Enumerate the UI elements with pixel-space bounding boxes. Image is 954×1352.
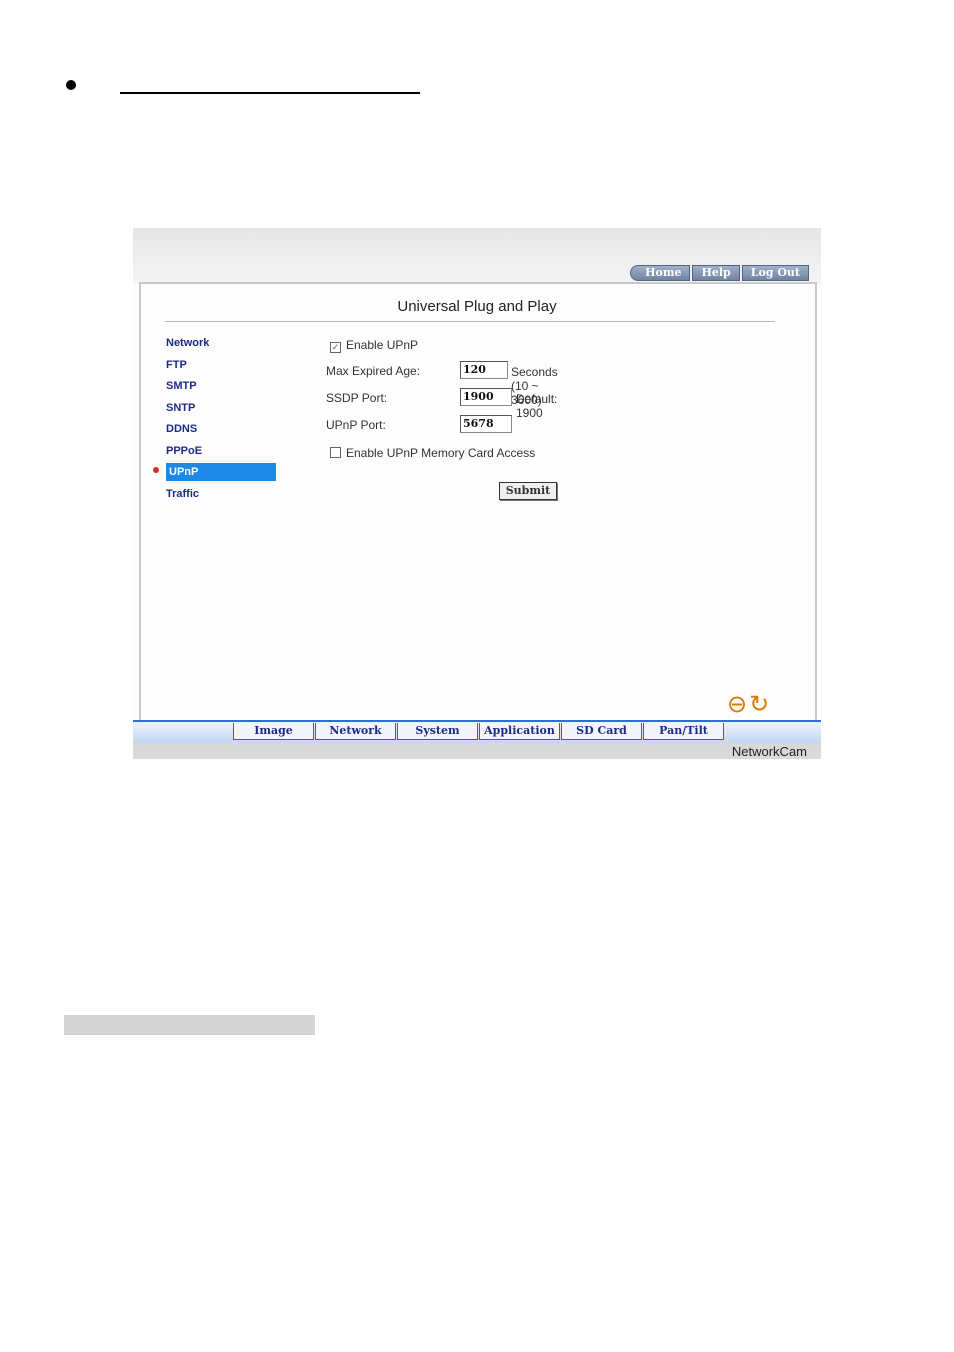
- bottom-tab-system[interactable]: System: [397, 723, 478, 740]
- bottom-tab-image[interactable]: Image: [233, 723, 314, 740]
- home-tab[interactable]: Home: [630, 265, 691, 281]
- memory-card-checkbox[interactable]: [330, 447, 341, 458]
- page-title: Universal Plug and Play: [397, 298, 557, 315]
- logout-tab[interactable]: Log Out: [741, 265, 809, 281]
- enable-upnp-label: Enable UPnP: [346, 338, 419, 352]
- gray-placeholder-bar: [64, 1015, 315, 1035]
- top-nav: Home Help Log Out: [628, 265, 809, 281]
- sidebar-item-pppoe[interactable]: PPPoE: [166, 442, 276, 460]
- sidebar-item-upnp[interactable]: UPnP: [166, 463, 276, 481]
- max-age-input[interactable]: 120: [460, 361, 508, 379]
- memory-card-label: Enable UPnP Memory Card Access: [346, 446, 536, 460]
- bottom-tab-pan-tilt[interactable]: Pan/Tilt: [643, 723, 724, 740]
- enable-upnp-checkbox[interactable]: ✓: [330, 342, 341, 353]
- sidebar-item-traffic[interactable]: Traffic: [166, 485, 276, 503]
- sidebar: Network FTP SMTP SNTP DDNS PPPoE UPnP Tr…: [166, 334, 276, 506]
- ssdp-port-label: SSDP Port:: [326, 391, 388, 405]
- upnp-port-label: UPnP Port:: [326, 418, 386, 432]
- bottom-nav: Image Network System Application SD Card…: [233, 723, 725, 740]
- submit-button[interactable]: Submit: [499, 482, 557, 500]
- sidebar-item-smtp[interactable]: SMTP: [166, 377, 276, 395]
- sidebar-item-network[interactable]: Network: [166, 334, 276, 352]
- action-icons: ⊖ ↻: [727, 693, 769, 717]
- sidebar-item-sntp[interactable]: SNTP: [166, 399, 276, 417]
- active-indicator-icon: [153, 467, 159, 473]
- heading-underline: [120, 92, 420, 94]
- bottom-tab-sd-card[interactable]: SD Card: [561, 723, 642, 740]
- title-divider: [165, 321, 775, 322]
- help-tab[interactable]: Help: [692, 265, 740, 281]
- bullet-icon: [66, 80, 76, 90]
- ssdp-port-hint: Default: 1900: [516, 392, 558, 420]
- refresh-icon[interactable]: ↻: [749, 693, 769, 717]
- sidebar-item-ftp[interactable]: FTP: [166, 356, 276, 374]
- bottom-tab-network[interactable]: Network: [315, 723, 396, 740]
- ssdp-port-input[interactable]: 1900: [460, 388, 512, 406]
- max-age-label: Max Expired Age:: [326, 364, 421, 378]
- embedded-screenshot: Home Help Log Out Universal Plug and Pla…: [133, 228, 821, 759]
- brand-label: NetworkCam: [731, 744, 807, 759]
- upnp-port-input[interactable]: 5678: [460, 415, 512, 433]
- sidebar-item-ddns[interactable]: DDNS: [166, 420, 276, 438]
- bottom-tab-application[interactable]: Application: [479, 723, 560, 740]
- memory-card-row: Enable UPnP Memory Card Access: [330, 446, 535, 460]
- back-arrow-icon[interactable]: ⊖: [727, 693, 747, 717]
- enable-upnp-row: ✓ Enable UPnP: [330, 338, 418, 353]
- footer-strip: [133, 743, 821, 759]
